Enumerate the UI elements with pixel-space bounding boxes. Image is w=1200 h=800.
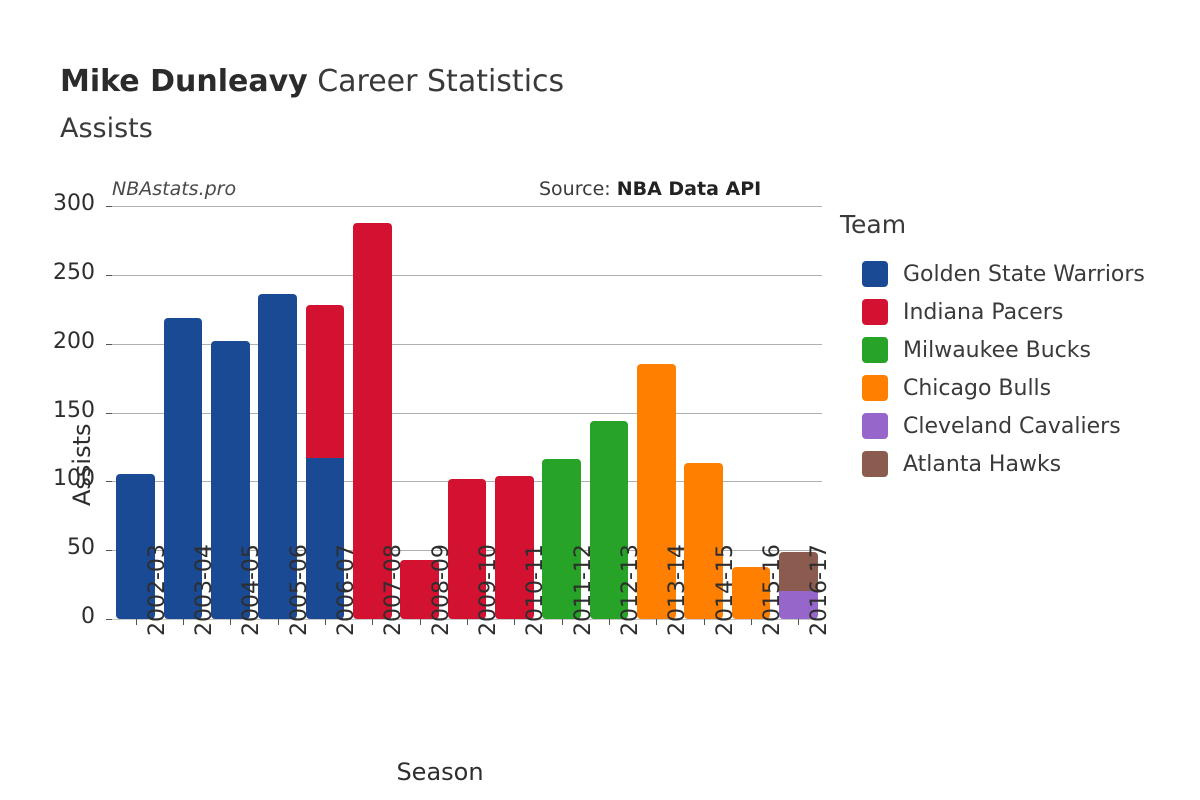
x-tick-mark <box>419 619 421 625</box>
y-tick-label: 300 <box>53 191 95 216</box>
y-tick-label: 250 <box>53 259 95 285</box>
legend-item-label: Golden State Warriors <box>903 261 1145 287</box>
legend-swatch-icon <box>862 413 888 439</box>
legend-item[interactable]: Milwaukee Bucks <box>840 331 1190 369</box>
legend-item[interactable]: Indiana Pacers <box>840 293 1190 331</box>
y-tick-label: 100 <box>53 466 95 492</box>
page-title: Mike Dunleavy Career Statistics <box>60 64 564 100</box>
y-tick-mark <box>106 550 112 552</box>
legend-swatch-icon <box>862 337 888 363</box>
legend-swatch-icon <box>862 451 888 477</box>
x-tick-mark <box>325 619 326 625</box>
x-tick-label: 2004-05 <box>239 544 265 636</box>
x-tick-mark <box>751 619 752 625</box>
x-tick-mark <box>277 619 279 625</box>
y-tick-mark <box>106 619 112 620</box>
legend-item[interactable]: Chicago Bulls <box>840 369 1190 407</box>
x-tick-label: 2011-12 <box>570 544 596 636</box>
source-label: Source: <box>539 178 617 200</box>
title-suffix: Career Statistics <box>307 64 565 99</box>
legend-swatch-icon <box>862 375 888 401</box>
chart-page: Mike Dunleavy Career Statistics Assists … <box>0 0 1200 800</box>
x-tick-mark <box>514 619 516 625</box>
x-tick-mark <box>656 619 658 625</box>
x-tick-label: 2013-14 <box>665 544 691 636</box>
x-tick-label: 2002-03 <box>144 544 170 636</box>
x-tick-mark <box>467 619 468 625</box>
x-tick-mark <box>798 619 800 625</box>
x-tick-mark <box>703 619 705 625</box>
legend-item-label: Milwaukee Bucks <box>903 337 1091 363</box>
x-tick-label: 2007-08 <box>381 544 407 636</box>
y-axis-title: Assists <box>68 423 96 506</box>
legend: Team Golden State Warriors Indiana Pacers… <box>840 210 1190 483</box>
source-annotation: Source: NBA Data API <box>539 178 761 200</box>
y-tick-label: 200 <box>53 328 95 354</box>
x-tick-mark <box>372 619 374 625</box>
legend-item[interactable]: Atlanta Hawks <box>840 445 1190 483</box>
y-tick-mark <box>106 343 112 345</box>
source-value: NBA Data API <box>616 178 762 200</box>
legend-item-label: Chicago Bulls <box>903 375 1052 401</box>
y-tick-mark <box>106 412 112 414</box>
watermark-label: NBAstats.pro <box>112 178 237 200</box>
page-subtitle: Assists <box>60 113 153 144</box>
x-tick-label: 2005-06 <box>286 544 312 636</box>
legend-item[interactable]: Cleveland Cavaliers <box>840 407 1190 445</box>
y-tick-label: 0 <box>81 604 95 629</box>
x-axis-title: Season <box>396 758 484 786</box>
x-tick-label: 2016-17 <box>807 544 833 636</box>
y-tick-mark <box>106 481 112 483</box>
y-tick-mark <box>106 274 112 276</box>
x-tick-mark <box>561 619 563 625</box>
x-tick-label: 2008-09 <box>428 544 454 636</box>
x-tick-label: 2003-04 <box>192 544 217 636</box>
x-tick-mark <box>183 619 184 625</box>
x-tick-mark <box>135 619 137 625</box>
bar-segment[interactable] <box>305 305 345 458</box>
legend-title: Team <box>840 210 907 239</box>
x-tick-mark <box>609 619 610 625</box>
x-tick-label: 2010-11 <box>523 544 549 636</box>
legend-item[interactable]: Golden State Warriors <box>840 255 1190 293</box>
legend-item-label: Atlanta Hawks <box>903 451 1062 477</box>
player-name: Mike Dunleavy <box>60 64 308 99</box>
y-tick-label: 150 <box>53 397 95 423</box>
x-tick-label: 2015-16 <box>760 544 785 636</box>
x-tick-label: 2012-13 <box>618 544 643 636</box>
x-tick-label: 2006-07 <box>334 544 359 636</box>
legend-swatch-icon <box>862 261 888 287</box>
legend-item-label: Indiana Pacers <box>903 299 1064 325</box>
x-tick-label: 2014-15 <box>712 544 738 636</box>
legend-items: Golden State Warriors Indiana Pacers Milwa… <box>840 255 1190 483</box>
x-tick-mark <box>230 619 232 625</box>
y-tick-label: 50 <box>67 535 95 561</box>
y-tick-mark <box>106 206 112 207</box>
legend-item-label: Cleveland Cavaliers <box>903 413 1121 439</box>
legend-swatch-icon <box>862 299 888 325</box>
x-tick-label: 2009-10 <box>476 544 501 636</box>
